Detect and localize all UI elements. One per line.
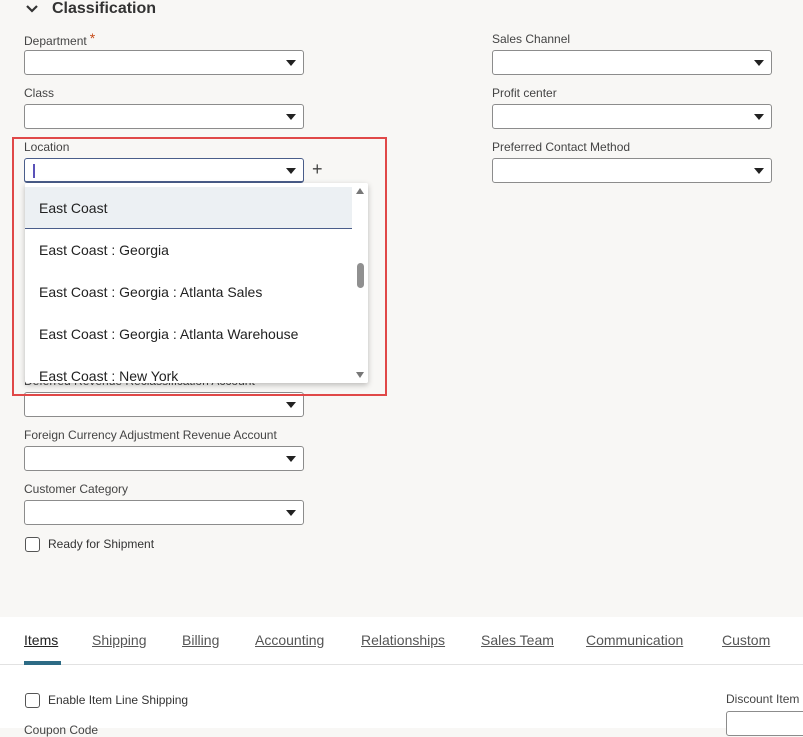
- customer-category-label: Customer Category: [24, 482, 129, 496]
- sales-channel-select[interactable]: [492, 50, 772, 75]
- tab-accounting[interactable]: Accounting: [255, 632, 324, 648]
- class-label: Class: [24, 86, 55, 100]
- highlight-box: [12, 137, 387, 396]
- tab-relationships[interactable]: Relationships: [361, 632, 445, 648]
- foreign-currency-select[interactable]: [24, 446, 304, 471]
- department-label: Department *: [24, 30, 96, 48]
- enable-line-shipping-label: Enable Item Line Shipping: [48, 693, 189, 707]
- chevron-down-icon: [26, 5, 38, 13]
- enable-line-shipping-checkbox[interactable]: [25, 693, 40, 708]
- sales-channel-label: Sales Channel: [492, 32, 571, 46]
- required-mark: *: [89, 30, 96, 46]
- caret-down-icon: [286, 60, 296, 66]
- caret-down-icon: [754, 114, 764, 120]
- preferred-contact-label: Preferred Contact Method: [492, 140, 631, 154]
- tab-bar: Items Shipping Billing Accounting Relati…: [0, 617, 803, 665]
- tab-communication[interactable]: Communication: [586, 632, 683, 648]
- caret-down-icon: [286, 402, 296, 408]
- caret-down-icon: [754, 60, 764, 66]
- discount-item-select[interactable]: [726, 711, 803, 736]
- caret-down-icon: [286, 510, 296, 516]
- coupon-code-label: Coupon Code: [24, 723, 99, 737]
- tab-billing[interactable]: Billing: [182, 632, 219, 648]
- tab-sales-team[interactable]: Sales Team: [481, 632, 554, 648]
- tab-custom[interactable]: Custom: [722, 632, 770, 648]
- tab-shipping[interactable]: Shipping: [92, 632, 147, 648]
- department-select[interactable]: [24, 50, 304, 75]
- foreign-currency-label: Foreign Currency Adjustment Revenue Acco…: [24, 428, 277, 442]
- customer-category-select[interactable]: [24, 500, 304, 525]
- section-title: Classification: [52, 0, 157, 17]
- profit-center-label: Profit center: [492, 86, 557, 100]
- classification-header[interactable]: Classification: [24, 0, 156, 22]
- caret-down-icon: [286, 114, 296, 120]
- caret-down-icon: [286, 456, 296, 462]
- caret-down-icon: [754, 168, 764, 174]
- ready-for-shipment-label: Ready for Shipment: [48, 537, 155, 551]
- tab-items[interactable]: Items: [24, 632, 58, 648]
- class-select[interactable]: [24, 104, 304, 129]
- preferred-contact-select[interactable]: [492, 158, 772, 183]
- profit-center-select[interactable]: [492, 104, 772, 129]
- ready-for-shipment-checkbox[interactable]: [25, 537, 40, 552]
- discount-item-label: Discount Item: [726, 692, 800, 706]
